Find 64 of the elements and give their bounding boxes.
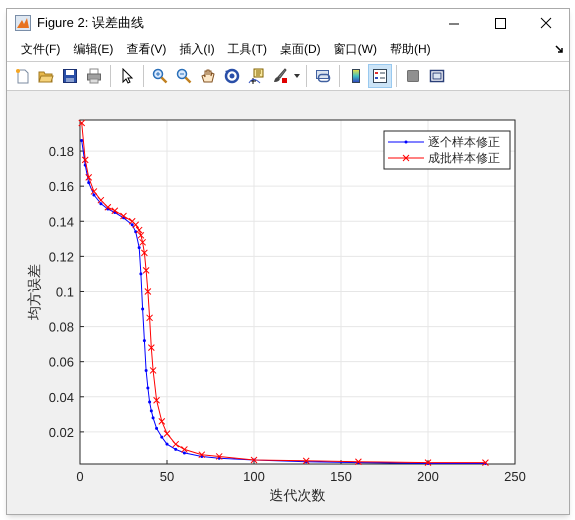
menu-item[interactable]: 窗口(W) — [328, 40, 383, 58]
y-axis-label: 均方误差 — [27, 264, 43, 320]
data-point — [155, 426, 158, 430]
new-file-icon — [14, 68, 30, 84]
legend-icon — [372, 68, 388, 84]
zoom-out-icon — [176, 68, 192, 84]
save-icon — [62, 68, 78, 84]
dock-figure-icon — [429, 68, 445, 84]
data-point — [144, 368, 148, 372]
menu-item[interactable]: 插入(I) — [173, 40, 221, 58]
data-cursor-icon — [248, 68, 264, 84]
data-point — [78, 119, 86, 126]
data-point — [152, 416, 155, 420]
menu-item[interactable]: 桌面(D) — [274, 40, 327, 58]
y-tick-label: 0.1 — [56, 284, 74, 300]
y-tick-label: 0.02 — [48, 424, 74, 440]
link-icon — [315, 68, 331, 84]
y-tick-label: 0.18 — [48, 144, 74, 160]
data-point — [148, 344, 155, 352]
x-tick-label: 100 — [243, 469, 265, 484]
legend-label: 逐个样本修正 — [428, 135, 500, 149]
app-icon — [15, 15, 31, 31]
data-point — [144, 288, 152, 295]
x-axis-label: 迭代次数 — [270, 488, 326, 504]
data-point — [148, 400, 152, 404]
rotate-icon — [224, 68, 240, 84]
x-tick-label: 150 — [330, 469, 352, 484]
window-title: Figure 2: 误差曲线 — [37, 14, 144, 32]
hide-tools-icon — [405, 68, 421, 84]
legend-label: 成批样本修正 — [428, 151, 500, 165]
data-point — [158, 418, 166, 425]
x-tick-label: 250 — [504, 469, 526, 484]
y-tick-label: 0.16 — [48, 179, 74, 194]
data-point — [150, 409, 153, 412]
menu-item[interactable]: 帮助(H) — [384, 40, 437, 58]
zoom-in-icon — [152, 68, 168, 84]
menu-item[interactable]: 编辑(E) — [67, 40, 120, 58]
data-point — [80, 139, 84, 142]
menu-item[interactable]: 工具(T) — [222, 40, 273, 58]
x-tick-label: 200 — [417, 469, 439, 484]
data-point — [142, 339, 146, 342]
data-point — [153, 396, 160, 404]
menu-item[interactable]: 查看(V) — [120, 40, 172, 58]
legend-marker-icon — [388, 154, 424, 162]
y-tick-label: 0.14 — [48, 214, 74, 230]
printer-icon — [86, 68, 102, 84]
data-point — [146, 314, 154, 322]
data-point — [141, 308, 144, 311]
y-tick-label: 0.08 — [48, 320, 74, 335]
y-tick-label: 0.04 — [48, 390, 74, 405]
legend-button[interactable] — [368, 64, 392, 88]
dock-arrow-icon[interactable] — [555, 45, 563, 54]
y-tick-label: 0.06 — [48, 354, 74, 370]
y-tick-label: 0.12 — [48, 249, 74, 264]
menu-item[interactable]: 文件(F) — [15, 40, 66, 58]
hand-icon — [200, 68, 216, 84]
legend-marker-icon — [388, 140, 424, 144]
x-tick-label: 50 — [160, 469, 174, 484]
x-tick-label: 0 — [76, 469, 84, 484]
dropdown-caret-icon[interactable] — [294, 74, 300, 78]
data-point — [150, 366, 157, 374]
brush-icon — [272, 68, 288, 84]
data-point — [166, 442, 168, 446]
data-point — [146, 386, 150, 390]
